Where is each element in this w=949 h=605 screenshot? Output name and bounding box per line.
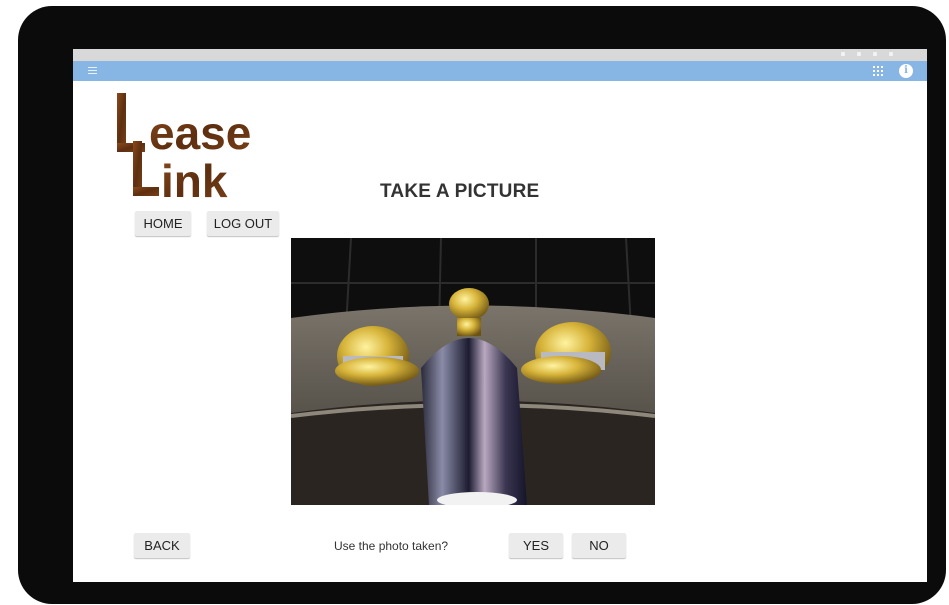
app-bar: i: [73, 61, 927, 81]
logo-line2: ink: [161, 155, 228, 203]
hamburger-icon[interactable]: [88, 67, 97, 75]
logout-button[interactable]: LOG OUT: [207, 211, 279, 236]
logo-line1: ease: [149, 107, 251, 159]
page-title: TAKE A PICTURE: [380, 181, 540, 202]
apps-grid-icon[interactable]: [873, 66, 883, 76]
home-button[interactable]: HOME: [135, 211, 191, 236]
back-button[interactable]: BACK: [134, 533, 190, 558]
tablet-frame: i ease ink TAKE A PICTURE HOME LOG OUT B…: [18, 6, 946, 604]
no-button[interactable]: NO: [572, 533, 626, 558]
app-screen: i ease ink TAKE A PICTURE HOME LOG OUT B…: [73, 49, 927, 582]
leaselink-logo: ease ink: [117, 93, 251, 203]
status-bar: [73, 49, 927, 61]
captured-photo: [291, 238, 655, 505]
info-icon[interactable]: i: [899, 64, 913, 78]
status-indicators: [841, 52, 893, 56]
yes-button[interactable]: YES: [509, 533, 563, 558]
use-photo-prompt: Use the photo taken?: [334, 539, 449, 553]
